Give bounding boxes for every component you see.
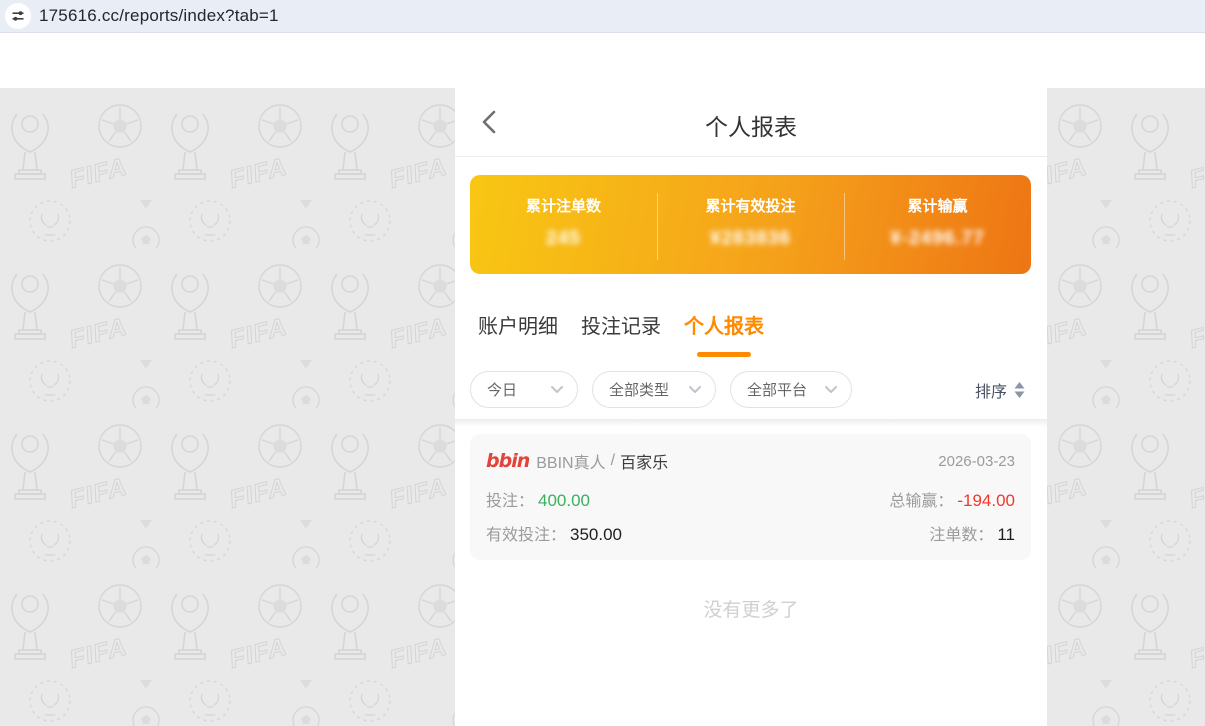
bet-count-label: 注单数： <box>929 521 993 545</box>
tab-bet-records[interactable]: 投注记录 <box>581 314 661 340</box>
sort-label: 排序 <box>975 378 1007 402</box>
filter-platform-dropdown[interactable]: 全部平台 <box>730 371 852 408</box>
tab-bar: 账户明细 投注记录 个人报表 <box>478 314 764 340</box>
header-divider <box>455 156 1047 157</box>
summary-value-censored: ¥283836 <box>710 228 791 250</box>
winloss-value: -194.00 <box>957 491 1015 511</box>
summary-valid-bets: 累计有效投注 ¥283836 <box>657 175 844 274</box>
browser-url-bar: 175616.cc/reports/index?tab=1 <box>0 0 1205 33</box>
report-record-card[interactable]: bbin BBIN真人 / 百家乐 2026-03-23 投注： 400.00 … <box>470 434 1031 560</box>
tab-account-details[interactable]: 账户明细 <box>478 314 558 340</box>
bbin-logo: bbin <box>486 450 529 472</box>
sort-control[interactable]: 排序 <box>975 371 1025 408</box>
record-platform: BBIN真人 <box>536 449 605 473</box>
url-text[interactable]: 175616.cc/reports/index?tab=1 <box>39 6 279 26</box>
filter-bar: 今日 全部类型 全部平台 <box>470 371 852 408</box>
record-row-valid: 有效投注： 350.00 注单数： 11 <box>486 521 1015 545</box>
filter-date-dropdown[interactable]: 今日 <box>470 371 578 408</box>
site-settings-button[interactable] <box>5 3 31 29</box>
summary-label: 累计有效投注 <box>705 195 795 216</box>
valid-bet-label: 有效投注： <box>486 521 566 545</box>
summary-total-bets: 累计注单数 245 <box>470 175 657 274</box>
no-more-text: 没有更多了 <box>455 595 1047 622</box>
record-header-row: bbin BBIN真人 / 百家乐 2026-03-23 <box>486 449 1015 473</box>
chevron-down-icon <box>550 385 564 394</box>
record-game: 百家乐 <box>620 449 668 473</box>
valid-bet-value: 350.00 <box>570 525 622 545</box>
filter-shadow <box>455 419 1047 427</box>
summary-value-censored: 245 <box>546 228 581 250</box>
summary-card: 累计注单数 245 累计有效投注 ¥283836 累计输赢 ¥-2496.77 <box>470 175 1031 274</box>
report-panel: 个人报表 累计注单数 245 累计有效投注 ¥283836 累计输赢 ¥-249… <box>455 33 1047 726</box>
record-date: 2026-03-23 <box>938 453 1015 470</box>
tune-icon <box>11 9 25 23</box>
bet-value: 400.00 <box>538 491 590 511</box>
page-title: 个人报表 <box>455 108 1047 142</box>
chevron-down-icon <box>688 385 702 394</box>
chevron-down-icon <box>824 385 838 394</box>
record-row-bet: 投注： 400.00 总输赢： -194.00 <box>486 487 1015 511</box>
filter-label: 全部类型 <box>609 379 669 400</box>
summary-winloss: 累计输赢 ¥-2496.77 <box>844 175 1031 274</box>
record-separator: / <box>611 452 615 470</box>
page-body: FIFA <box>0 33 1205 726</box>
tab-personal-report[interactable]: 个人报表 <box>684 314 764 340</box>
summary-label: 累计注单数 <box>526 195 601 216</box>
bet-label: 投注： <box>486 487 534 511</box>
summary-value-censored: ¥-2496.77 <box>890 228 985 250</box>
winloss-label: 总输赢： <box>889 487 953 511</box>
filter-label: 全部平台 <box>747 379 807 400</box>
bet-count-value: 11 <box>997 525 1015 545</box>
summary-label: 累计输赢 <box>907 195 967 216</box>
sort-arrows-icon <box>1014 381 1025 399</box>
filter-label: 今日 <box>487 379 517 400</box>
filter-type-dropdown[interactable]: 全部类型 <box>592 371 716 408</box>
